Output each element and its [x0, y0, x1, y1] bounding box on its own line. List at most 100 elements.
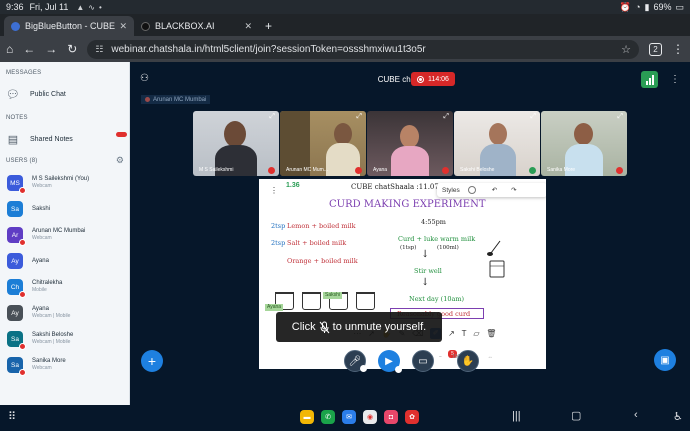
- chrome-icon[interactable]: ◉: [363, 410, 377, 424]
- speaker-dot-icon: [145, 97, 150, 102]
- camera-app-icon[interactable]: ◘: [384, 410, 398, 424]
- toast-text-after: to unmute yourself.: [332, 321, 427, 333]
- user-name: Arunan MC Mumbai: [32, 228, 86, 234]
- mic-muted-icon: [268, 167, 275, 174]
- video-tile[interactable]: ⤢ Sanika More: [541, 111, 627, 176]
- tab-blackbox[interactable]: BLACKBOX.AI ✕: [134, 16, 259, 36]
- presentation-toggle-button[interactable]: ▣: [654, 349, 676, 371]
- video-tile[interactable]: ⤢ Arunan MC Mum...: [280, 111, 366, 176]
- user-name: Sanika More: [32, 358, 66, 364]
- styles-panel[interactable]: Styles ↶ ↷: [437, 183, 546, 197]
- avatar: Sa: [7, 357, 26, 376]
- video-label: Arunan MC Mum...: [286, 167, 328, 173]
- url-input[interactable]: ☷ webinar.chatshala.in/html5client/join?…: [87, 39, 639, 59]
- fit-width-icon[interactable]: ↔: [488, 354, 493, 360]
- new-tab-button[interactable]: +: [259, 16, 278, 36]
- user-list-item[interactable]: Ar Arunan MC Mumbai Webcam: [0, 222, 130, 248]
- phone-icon[interactable]: ✉: [342, 410, 356, 424]
- home-button-icon[interactable]: ▢: [571, 409, 581, 422]
- tsp-note: (1tsp): [400, 245, 417, 251]
- expand-video-icon[interactable]: ⤢: [269, 113, 275, 121]
- back-button-icon[interactable]: ‹: [634, 409, 638, 421]
- messages-header: MESSAGES: [6, 70, 42, 76]
- notes-icon: ▤: [7, 133, 19, 146]
- user-list: MS M S Sailekshmi (You) Webcam Sa Sakshi …: [0, 170, 130, 378]
- redo-icon[interactable]: ↷: [511, 186, 516, 194]
- app-drawer-icon[interactable]: ⠿: [8, 410, 16, 423]
- recording-indicator-button[interactable]: 114:06: [411, 72, 455, 86]
- trash-icon[interactable]: 🗑︎: [486, 329, 496, 338]
- shared-notes-label: Shared Notes: [30, 135, 73, 143]
- raise-hand-button[interactable]: ✋: [457, 350, 479, 372]
- photos-app-icon[interactable]: ✿: [405, 410, 419, 424]
- style-circle-icon[interactable]: [467, 186, 476, 194]
- mic-muted-icon: [19, 343, 26, 350]
- text-tool-icon[interactable]: T: [462, 329, 467, 338]
- user-list-item[interactable]: Ay Ayana Webcam | Mobile: [0, 300, 130, 326]
- user-list-item[interactable]: Sa Sakshi: [0, 196, 130, 222]
- user-name: Chitralekha: [32, 280, 63, 286]
- user-list-item[interactable]: Sa Sanika More Webcam: [0, 352, 130, 378]
- video-tile[interactable]: ⤢ Ayana: [367, 111, 453, 176]
- webcam-button[interactable]: ▶: [378, 350, 402, 373]
- user-name: Sakshi: [32, 205, 51, 212]
- back-icon[interactable]: ←: [23, 42, 35, 56]
- whiteboard-menu-icon[interactable]: ⋮: [270, 186, 278, 195]
- reload-icon[interactable]: ↻: [67, 42, 77, 56]
- close-tab-icon[interactable]: ✕: [244, 21, 252, 32]
- user-list-item[interactable]: MS M S Sailekshmi (You) Webcam: [0, 170, 130, 196]
- forward-icon[interactable]: →: [45, 42, 57, 56]
- whatsapp-icon[interactable]: ✆: [321, 410, 335, 424]
- user-options-gear-icon[interactable]: ⚙: [116, 155, 124, 166]
- user-list-item[interactable]: Ch Chitralekha Mobile: [0, 274, 130, 300]
- avatar: Ar: [7, 227, 26, 246]
- arrow-tool-icon[interactable]: ↗: [448, 329, 455, 338]
- presentation-icon: ▣: [660, 354, 670, 366]
- bookmark-star-icon[interactable]: ☆: [621, 43, 631, 56]
- home-icon[interactable]: ⌂: [6, 42, 13, 56]
- user-list-panel: MESSAGES 💬︎ Public Chat NOTES ▤ Shared N…: [0, 62, 130, 405]
- site-settings-icon[interactable]: ☷: [95, 44, 103, 55]
- close-tab-icon[interactable]: ✕: [119, 21, 127, 32]
- avatar: MS: [7, 175, 26, 194]
- accessibility-icon[interactable]: ♿︎: [673, 410, 683, 423]
- next-day-note: Next day (10am): [409, 295, 465, 303]
- expand-video-icon[interactable]: ⤢: [356, 113, 362, 121]
- tab-switcher-button[interactable]: 2: [649, 42, 662, 56]
- user-status: Webcam | Mobile: [32, 339, 71, 345]
- shared-notes-item[interactable]: ▤ Shared Notes: [6, 133, 73, 146]
- tab-title: BigBlueButton - CUBE ch: [25, 21, 116, 31]
- files-app-icon[interactable]: ▬: [300, 410, 314, 424]
- public-chat-item[interactable]: 💬︎ Public Chat: [6, 88, 66, 101]
- mic-muted-icon: [442, 167, 449, 174]
- recents-icon[interactable]: |||: [512, 410, 521, 422]
- zoom-out-icon[interactable]: −: [439, 354, 442, 360]
- expand-video-icon[interactable]: ⤢: [530, 113, 536, 121]
- note-tool-icon[interactable]: ▱: [473, 329, 479, 338]
- webcam-strip: ⤢ M S Sailekshmi ⤢ Arunan MC Mum... ⤢ Ay…: [193, 111, 627, 176]
- tab-bigbluebutton[interactable]: BigBlueButton - CUBE ch ✕: [4, 16, 134, 36]
- meeting-main-area: ⚇ CUBE chatShaala 114:06 ⋮ Arunan MC Mum…: [130, 62, 690, 405]
- mic-slash-icon: 🎤︎: [348, 355, 362, 367]
- video-tile[interactable]: ⤢ Sakshi Beloshe: [454, 111, 540, 176]
- unmute-button[interactable]: 🎤︎: [344, 350, 367, 372]
- options-menu-icon[interactable]: ⋮: [670, 74, 680, 85]
- item-2: Salt + boiled milk: [287, 239, 347, 247]
- experiment-heading: CURD MAKING EXPERIMENT: [329, 199, 486, 210]
- actions-plus-button[interactable]: +: [141, 350, 163, 372]
- expand-video-icon[interactable]: ⤢: [617, 113, 623, 121]
- jar-drawing: [302, 292, 321, 310]
- browser-menu-icon[interactable]: ⋮: [672, 42, 684, 56]
- connection-status-icon[interactable]: [641, 71, 658, 88]
- status-time: 9:36: [6, 2, 24, 12]
- spoon-and-glass-drawing: [487, 240, 505, 278]
- user-list-item[interactable]: Sa Sakshi Beloshe Webcam | Mobile: [0, 326, 130, 352]
- undo-icon[interactable]: ↶: [492, 186, 497, 194]
- user-list-item[interactable]: Ay Ayana: [0, 248, 130, 274]
- expand-video-icon[interactable]: ⤢: [443, 113, 449, 121]
- status-right: ⏰ ◔ ▮ 69% ▭: [620, 2, 684, 13]
- battery-icon: ▭: [675, 1, 684, 12]
- screenshare-button[interactable]: ▭: [412, 350, 434, 372]
- video-tile[interactable]: ⤢ M S Sailekshmi: [193, 111, 279, 176]
- mic-muted-icon: [19, 369, 26, 376]
